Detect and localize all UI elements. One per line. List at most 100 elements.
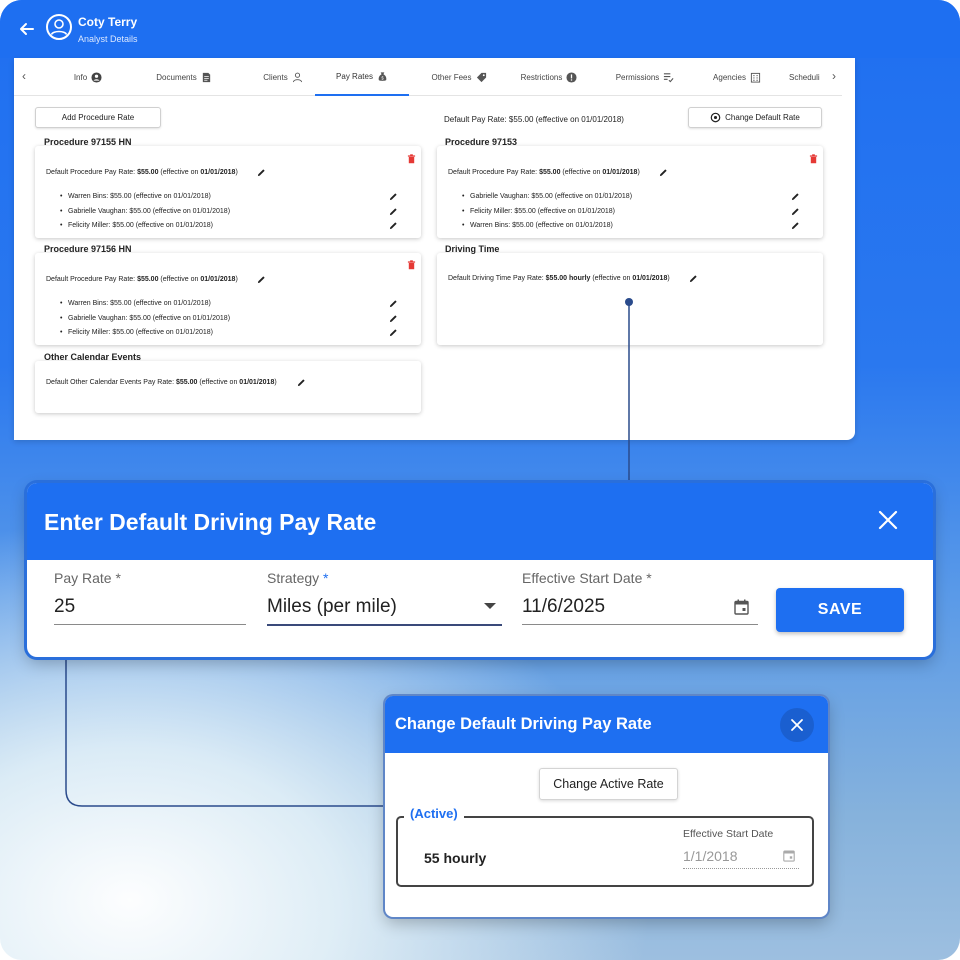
strategy-label: Strategy * <box>267 570 328 586</box>
background-canvas: Coty Terry Analyst Details ‹ Info Docume… <box>0 0 960 960</box>
edit-pencil-icon[interactable] <box>297 378 306 387</box>
edit-pencil-icon[interactable] <box>389 192 398 201</box>
delete-trash-icon[interactable] <box>809 154 818 164</box>
default-rate-suffix: ) <box>667 275 670 282</box>
refresh-settings-icon <box>710 112 721 123</box>
list-item: Gabrielle Vaughan: $55.00 (effective on … <box>60 208 230 215</box>
add-procedure-rate-button[interactable]: Add Procedure Rate <box>35 107 161 128</box>
required-mark: * <box>646 570 652 586</box>
change-default-rate-button[interactable]: Change Default Rate <box>688 107 822 128</box>
close-icon <box>791 719 803 731</box>
card-title: Procedure 97153 <box>445 137 518 147</box>
list-item: Felicity Miller: $55.00 (effective on 01… <box>60 329 213 336</box>
list-item: Warren Bins: $55.00 (effective on 01/01/… <box>60 300 211 307</box>
edit-pencil-icon[interactable] <box>659 168 668 177</box>
pay-rates-window: ‹ Info Documents Clients Pay Rates $ Oth… <box>14 58 855 440</box>
effective-start-date-label: Effective Start Date <box>683 828 774 840</box>
tab-documents[interactable]: Documents <box>134 58 234 96</box>
edit-pencil-icon[interactable] <box>791 192 800 201</box>
default-rate-amount: $55.00 <box>137 169 159 176</box>
default-driving-rate-line: Default Driving Time Pay Rate: $55.00 ho… <box>448 275 670 282</box>
alert-icon <box>566 71 577 83</box>
default-rate-mid: (effective on <box>158 169 201 176</box>
default-rate-date: 01/01/2018 <box>239 379 275 386</box>
enter-default-driving-pay-rate-dialog: Enter Default Driving Pay Rate Pay Rate … <box>27 483 933 657</box>
edit-pencil-icon[interactable] <box>389 314 398 323</box>
default-rate-date: 01/01/2018 <box>200 276 236 283</box>
tab-clients[interactable]: Clients <box>239 58 327 96</box>
dropdown-arrow-icon[interactable] <box>483 601 497 611</box>
effective-start-date-value: 1/1/2018 <box>683 848 738 864</box>
calendar-icon[interactable] <box>734 599 749 615</box>
tab-permissions[interactable]: Permissions <box>610 58 680 96</box>
pay-rate-input[interactable]: 25 <box>54 596 75 618</box>
edit-pencil-icon[interactable] <box>257 275 266 284</box>
back-arrow-icon[interactable] <box>17 19 37 39</box>
tab-info-label: Info <box>73 72 88 82</box>
pay-rates-content: Add Procedure Rate Default Pay Rate: $55… <box>14 96 855 440</box>
edit-pencil-icon[interactable] <box>389 328 398 337</box>
default-rate-prefix: Default Driving Time Pay Rate: <box>448 275 546 282</box>
tab-documents-label: Documents <box>156 72 197 82</box>
effective-start-date-label-text: Effective Start Date <box>522 570 643 586</box>
edit-pencil-icon[interactable] <box>389 221 398 230</box>
list-item: Warren Bins: $55.00 (effective on 01/01/… <box>462 222 613 229</box>
tab-scheduling[interactable]: Scheduli <box>789 58 829 96</box>
tab-agencies[interactable]: Agencies <box>704 58 770 96</box>
edit-pencil-icon[interactable] <box>791 221 800 230</box>
default-rate-prefix: Default Other Calendar Events Pay Rate: <box>46 379 176 386</box>
tab-other-fees[interactable]: Other Fees <box>419 58 499 96</box>
edit-pencil-icon[interactable] <box>257 168 266 177</box>
change-active-rate-button[interactable]: Change Active Rate <box>539 768 678 800</box>
tab-scroll-left-icon[interactable]: ‹ <box>18 69 30 83</box>
default-rate-mid: (effective on <box>560 169 603 176</box>
default-rate-date: 01/01/2018 <box>200 169 236 176</box>
tab-bar: ‹ Info Documents Clients Pay Rates $ Oth… <box>14 58 842 96</box>
tab-agencies-label: Agencies <box>713 72 746 82</box>
edit-pencil-icon[interactable] <box>689 274 698 283</box>
default-rate-mid: (effective on <box>158 276 201 283</box>
delete-trash-icon[interactable] <box>407 154 416 164</box>
person-circle-icon <box>91 71 102 83</box>
effective-start-date-input[interactable]: 11/6/2025 <box>522 596 605 618</box>
procedure-97155-card: Procedure 97155 HN Default Procedure Pay… <box>35 137 421 238</box>
default-rate-suffix: ) <box>637 169 640 176</box>
tab-other-fees-label: Other Fees <box>431 72 472 82</box>
checklist-icon <box>664 72 674 82</box>
default-pay-rate-text: Default Pay Rate: $55.00 (effective on 0… <box>444 115 624 124</box>
edit-pencil-icon[interactable] <box>389 207 398 216</box>
list-item: Gabrielle Vaughan: $55.00 (effective on … <box>462 193 632 200</box>
edit-pencil-icon[interactable] <box>791 207 800 216</box>
default-rate-prefix: Default Procedure Pay Rate: <box>46 276 138 283</box>
close-icon[interactable] <box>877 509 899 531</box>
strategy-select[interactable]: Miles (per mile) <box>267 596 397 618</box>
tab-scroll-right-icon[interactable]: › <box>828 69 840 83</box>
effective-start-date-underline <box>683 868 799 869</box>
default-rate-amount: $55.00 <box>175 379 198 386</box>
card-title: Other Calendar Events <box>44 352 142 362</box>
default-rate-prefix: Default Procedure Pay Rate: <box>448 169 540 176</box>
tab-restrictions[interactable]: Restrictions <box>514 58 584 96</box>
list-item: Felicity Miller: $55.00 (effective on 01… <box>462 208 615 215</box>
default-procedure-rate-line: Default Procedure Pay Rate: $55.00 (effe… <box>448 169 640 176</box>
tab-clients-label: Clients <box>263 72 288 82</box>
building-icon <box>750 72 761 83</box>
list-item: Felicity Miller: $55.00 (effective on 01… <box>60 222 213 229</box>
avatar-icon <box>46 14 72 40</box>
save-button[interactable]: SAVE <box>776 588 904 632</box>
tab-info[interactable]: Info <box>54 58 122 96</box>
pay-rate-label-text: Pay Rate <box>54 570 112 586</box>
list-item: Gabrielle Vaughan: $55.00 (effective on … <box>60 315 230 322</box>
tab-pay-rates[interactable]: Pay Rates $ <box>315 58 409 96</box>
close-button[interactable] <box>780 708 814 742</box>
card-title: Procedure 97155 HN <box>44 137 132 147</box>
money-bag-icon: $ <box>378 71 387 81</box>
delete-trash-icon[interactable] <box>407 260 416 270</box>
default-procedure-rate-line: Default Procedure Pay Rate: $55.00 (effe… <box>46 276 238 283</box>
active-legend: (Active) <box>404 806 464 821</box>
tab-scheduling-label: Scheduli <box>789 72 820 82</box>
edit-pencil-icon[interactable] <box>389 299 398 308</box>
default-rate-date: 01/01/2018 <box>602 169 638 176</box>
default-other-events-rate-line: Default Other Calendar Events Pay Rate: … <box>46 379 277 386</box>
strategy-underline <box>267 624 502 626</box>
